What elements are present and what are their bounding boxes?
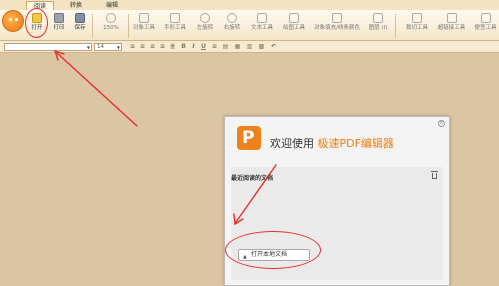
ribbon-toolbar: 打开 打印 保存 150% 对象工具 手形工具 左旋转 右旋转 文本工具 绘图工…: [0, 10, 499, 41]
align-justify-icon[interactable]: ≡: [159, 44, 166, 50]
layers-icon: [373, 13, 383, 23]
undo-icon[interactable]: ↶: [270, 44, 277, 50]
sticky-note-icon: [480, 13, 491, 23]
text-t-icon: [257, 13, 267, 23]
rotate-right-button[interactable]: 右旋转: [220, 12, 244, 39]
app-logo[interactable]: [2, 10, 24, 32]
divider: [92, 14, 93, 38]
trash-icon[interactable]: [431, 171, 438, 179]
welcome-title: 欢迎使用 极速PDF编辑器: [270, 135, 394, 151]
list-icon[interactable]: ▦: [234, 44, 241, 50]
crop-tool-button[interactable]: 裁切工具: [403, 12, 431, 39]
print-button[interactable]: 打印: [50, 12, 68, 39]
text-spacing-icon[interactable]: ≣: [169, 44, 176, 50]
format-toolbar: ▼ 14 ▼ ≡ ≡ ≡ ≡ ≣ B I U ≡ ▤ ▦ ▥ ▩ ↶: [0, 41, 499, 53]
floppy-disk-icon: [75, 13, 85, 23]
pen-icon: [289, 13, 299, 23]
path-tool-button[interactable]: 绘图工具: [280, 12, 308, 39]
logo-eye: [9, 18, 12, 21]
chevron-down-icon: ▼: [116, 45, 120, 50]
tab-edit[interactable]: 编辑: [98, 1, 126, 10]
note-tool-button[interactable]: 便签工具: [472, 12, 499, 39]
zoom-level: 150%: [103, 25, 119, 31]
magnifier-icon: [106, 13, 116, 23]
fill-color-button[interactable]: 对象填充/线条颜色: [313, 12, 361, 39]
hand-tool-label: 手形工具: [163, 25, 186, 31]
underline-button[interactable]: U: [200, 44, 207, 50]
chevron-down-icon: ▼: [86, 45, 90, 50]
recent-documents-label: 最近阅读的文档: [231, 175, 274, 182]
hand-icon: [170, 13, 180, 23]
link-icon: [446, 13, 457, 23]
close-icon[interactable]: ×: [438, 120, 445, 127]
font-size-value: 14: [97, 44, 104, 50]
divider: [128, 14, 129, 38]
fill-color-icon: [332, 13, 342, 23]
indent-icon[interactable]: ▥: [246, 44, 253, 50]
print-label: 打印: [53, 25, 65, 31]
link-tool-label: 超链接工具: [437, 25, 466, 31]
font-color-icon[interactable]: ▩: [258, 44, 265, 50]
align-left-icon[interactable]: ≡: [129, 44, 136, 50]
zoom-control[interactable]: 150%: [97, 12, 125, 39]
save-label: 保存: [74, 25, 86, 31]
align-center-icon[interactable]: ≡: [139, 44, 146, 50]
highlight-circle: [25, 8, 48, 38]
app-logo-p: P: [237, 126, 261, 150]
welcome-title-brand: 极速PDF编辑器: [317, 137, 394, 150]
strikethrough-icon[interactable]: ≡: [211, 44, 218, 50]
note-tool-label: 便签工具: [474, 25, 497, 31]
fill-color-label: 对象填充/线条颜色: [314, 25, 360, 31]
bold-button[interactable]: B: [180, 44, 187, 50]
object-tool-button[interactable]: 对象工具: [130, 12, 158, 39]
font-family-select[interactable]: ▼: [4, 43, 92, 51]
italic-button[interactable]: I: [190, 44, 197, 50]
text-tool-button[interactable]: 文本工具: [248, 12, 276, 39]
object-tool-label: 对象工具: [132, 25, 155, 31]
rotate-left-button[interactable]: 左旋转: [193, 12, 217, 39]
rotate-right-icon: [227, 13, 237, 23]
crop-icon: [412, 13, 422, 23]
superscript-icon[interactable]: ▤: [222, 44, 229, 50]
logo-eye: [15, 18, 18, 21]
tab-convert[interactable]: 转换: [62, 1, 90, 10]
font-size-select[interactable]: 14 ▼: [94, 43, 122, 51]
layer-label: 图层 (I): [368, 25, 388, 31]
printer-icon: [54, 13, 64, 23]
tab-strip: 阅读 转换 编辑: [0, 0, 499, 10]
link-tool-button[interactable]: 超链接工具: [435, 12, 468, 39]
layer-button[interactable]: 图层 (I): [366, 12, 390, 39]
rotate-left-icon: [200, 13, 210, 23]
divider: [395, 14, 396, 38]
logo-letter: P: [242, 128, 255, 148]
align-right-icon[interactable]: ≡: [149, 44, 156, 50]
crop-tool-label: 裁切工具: [405, 25, 428, 31]
hand-tool-button[interactable]: 手形工具: [161, 12, 189, 39]
save-button[interactable]: 保存: [71, 12, 89, 39]
highlight-ellipse: [225, 231, 321, 269]
trash-lid: [431, 171, 438, 172]
rotate-right-label: 右旋转: [223, 25, 241, 31]
rotate-left-label: 左旋转: [196, 25, 214, 31]
text-tool-label: 文本工具: [250, 25, 273, 31]
cursor-arrow-icon: [139, 13, 149, 23]
path-tool-label: 绘图工具: [282, 25, 305, 31]
welcome-title-prefix: 欢迎使用: [270, 137, 318, 150]
trash-can: [432, 173, 437, 179]
